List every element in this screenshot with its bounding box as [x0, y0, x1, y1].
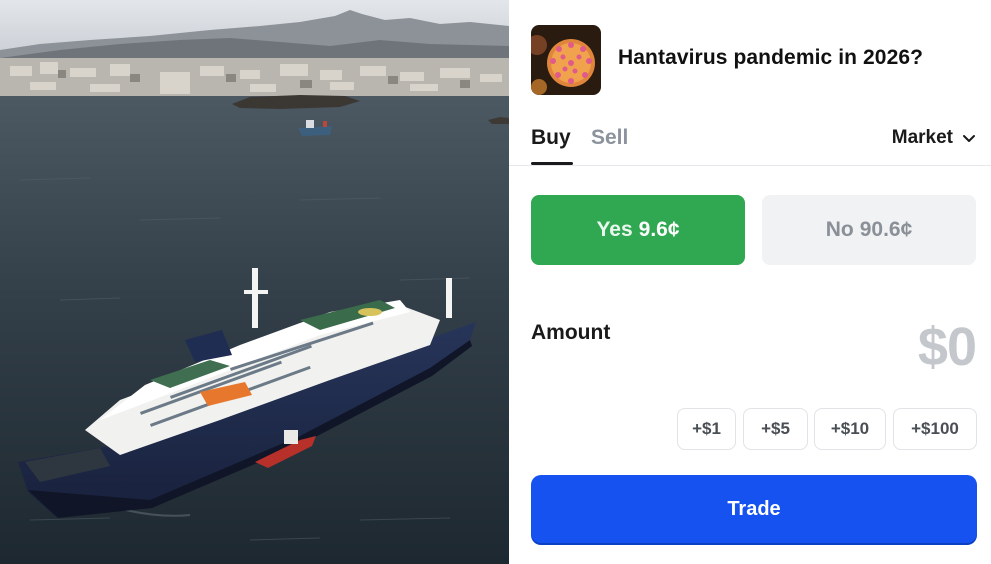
amount-input[interactable]: $0: [918, 316, 977, 378]
order-type-label: Market: [891, 127, 953, 148]
tabs-divider: [509, 165, 991, 166]
no-price: 90.6¢: [859, 218, 913, 241]
trade-panel: Hantavirus pandemic in 2026? Buy Sell Ma…: [509, 0, 991, 564]
yes-label: Yes: [596, 218, 633, 241]
amount-label: Amount: [531, 321, 611, 344]
tab-sell[interactable]: Sell: [591, 126, 628, 150]
yes-price: 9.6¢: [638, 218, 680, 241]
quick-amount-10-button[interactable]: +$10: [814, 408, 886, 450]
no-outcome-button[interactable]: No 90.6¢: [762, 195, 976, 265]
trade-button[interactable]: Trade: [531, 475, 977, 543]
order-type-dropdown[interactable]: Market: [892, 127, 977, 149]
yes-outcome-button[interactable]: Yes 9.6¢: [531, 195, 745, 265]
chevron-down-icon: [963, 135, 975, 142]
quick-amount-5-button[interactable]: +$5: [743, 408, 808, 450]
market-title: Hantavirus pandemic in 2026?: [618, 46, 924, 69]
quick-amount-1-button[interactable]: +$1: [677, 408, 736, 450]
cruise-ship-photo: [0, 0, 509, 564]
no-label: No: [825, 218, 854, 241]
quick-amount-100-button[interactable]: +$100: [893, 408, 977, 450]
tab-buy[interactable]: Buy: [531, 126, 571, 150]
virus-icon: [531, 25, 601, 95]
